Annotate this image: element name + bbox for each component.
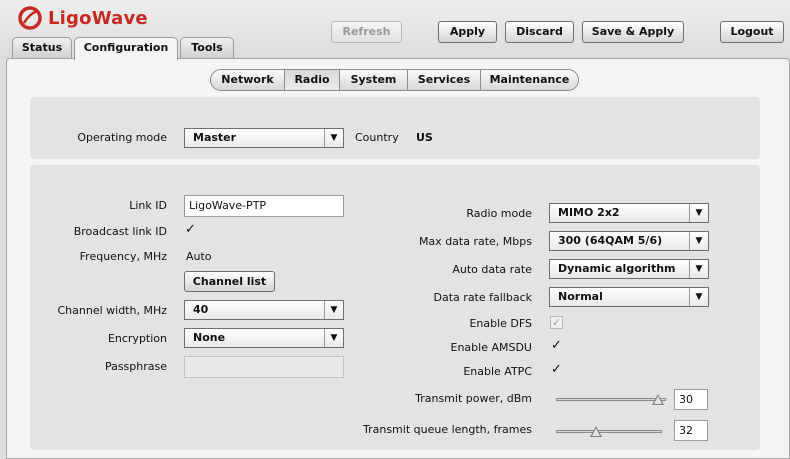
passphrase-input[interactable] <box>184 356 344 378</box>
link-id-input[interactable]: LigoWave-PTP <box>184 195 344 217</box>
operating-mode-value: Master <box>193 131 237 144</box>
operating-mode-select[interactable]: Master ▼ <box>184 128 344 148</box>
general-panel <box>30 97 760 159</box>
checkmark-icon: ✓ <box>185 222 196 237</box>
enable-amsdu-checkbox[interactable]: ✓ <box>550 338 563 353</box>
subtab-system[interactable]: System <box>340 70 408 90</box>
apply-button[interactable]: Apply <box>438 21 497 43</box>
refresh-button[interactable]: Refresh <box>331 21 402 43</box>
enable-dfs-label: Enable DFS <box>469 317 532 330</box>
link-id-label: Link ID <box>129 199 167 212</box>
transmit-power-slider-thumb[interactable] <box>652 394 665 405</box>
enable-amsdu-label: Enable AMSDU <box>450 341 533 354</box>
discard-button[interactable]: Discard <box>505 21 574 43</box>
data-rate-fallback-label: Data rate fallback <box>433 291 532 304</box>
frequency-label: Frequency, MHz <box>79 250 167 263</box>
radio-mode-value: MIMO 2x2 <box>558 206 620 219</box>
checkmark-icon: ✓ <box>551 338 562 353</box>
transmit-power-label: Transmit power, dBm <box>415 392 532 405</box>
chevron-down-icon: ▼ <box>689 260 708 278</box>
subtab-network[interactable]: Network <box>211 70 285 90</box>
chevron-down-icon: ▼ <box>689 232 708 250</box>
channel-list-button[interactable]: Channel list <box>184 271 275 292</box>
encryption-select[interactable]: None ▼ <box>184 328 344 348</box>
transmit-power-slider-track[interactable] <box>556 398 666 401</box>
subtab-services[interactable]: Services <box>408 70 481 90</box>
channel-width-select[interactable]: 40 ▼ <box>184 300 344 320</box>
max-data-rate-select[interactable]: 300 (64QAM 5/6) ▼ <box>549 231 709 251</box>
auto-data-rate-label: Auto data rate <box>452 263 532 276</box>
ligowave-logo-icon <box>18 6 42 30</box>
enable-atpc-label: Enable ATPC <box>463 365 532 378</box>
data-rate-fallback-select[interactable]: Normal ▼ <box>549 287 709 307</box>
max-data-rate-value: 300 (64QAM 5/6) <box>558 234 663 247</box>
enable-dfs-checkbox[interactable]: ✓ <box>550 316 563 329</box>
checkmark-icon: ✓ <box>551 362 562 377</box>
tab-configuration[interactable]: Configuration <box>74 37 178 60</box>
ligowave-logo: LigoWave <box>18 4 148 34</box>
save-apply-button[interactable]: Save & Apply <box>582 21 684 43</box>
subtab-maintenance[interactable]: Maintenance <box>481 70 578 90</box>
logo-text: LigoWave <box>48 8 148 29</box>
encryption-label: Encryption <box>107 332 167 345</box>
country-value: US <box>416 131 433 144</box>
data-rate-fallback-value: Normal <box>558 290 603 303</box>
tab-tools[interactable]: Tools <box>180 37 234 59</box>
auto-data-rate-value: Dynamic algorithm <box>558 262 676 275</box>
channel-width-value: 40 <box>193 303 209 316</box>
transmit-queue-input[interactable]: 32 <box>674 420 708 441</box>
radio-mode-select[interactable]: MIMO 2x2 ▼ <box>549 203 709 223</box>
encryption-value: None <box>193 331 226 344</box>
transmit-queue-label: Transmit queue length, frames <box>362 423 532 436</box>
chevron-down-icon: ▼ <box>324 329 343 347</box>
broadcast-link-id-label: Broadcast link ID <box>73 225 167 238</box>
frequency-value: Auto <box>186 250 212 263</box>
tab-status[interactable]: Status <box>12 37 72 59</box>
transmit-power-input[interactable]: 30 <box>674 389 708 410</box>
logout-button[interactable]: Logout <box>720 21 784 43</box>
chevron-down-icon: ▼ <box>689 288 708 306</box>
broadcast-link-id-checkbox[interactable]: ✓ <box>184 222 197 237</box>
passphrase-label: Passphrase <box>104 360 167 373</box>
max-data-rate-label: Max data rate, Mbps <box>418 235 532 248</box>
chevron-down-icon: ▼ <box>324 129 343 147</box>
auto-data-rate-select[interactable]: Dynamic algorithm ▼ <box>549 259 709 279</box>
channel-width-label: Channel width, MHz <box>57 304 167 317</box>
transmit-queue-slider-thumb[interactable] <box>590 426 603 437</box>
radio-mode-label: Radio mode <box>466 207 532 220</box>
sub-navigation: Network Radio System Services Maintenanc… <box>210 69 579 91</box>
chevron-down-icon: ▼ <box>689 204 708 222</box>
checkmark-icon: ✓ <box>551 316 562 329</box>
country-label: Country <box>355 131 399 144</box>
chevron-down-icon: ▼ <box>324 301 343 319</box>
operating-mode-label: Operating mode <box>77 131 167 144</box>
transmit-queue-slider-track[interactable] <box>556 430 662 433</box>
enable-atpc-checkbox[interactable]: ✓ <box>550 362 563 377</box>
subtab-radio[interactable]: Radio <box>285 70 340 90</box>
